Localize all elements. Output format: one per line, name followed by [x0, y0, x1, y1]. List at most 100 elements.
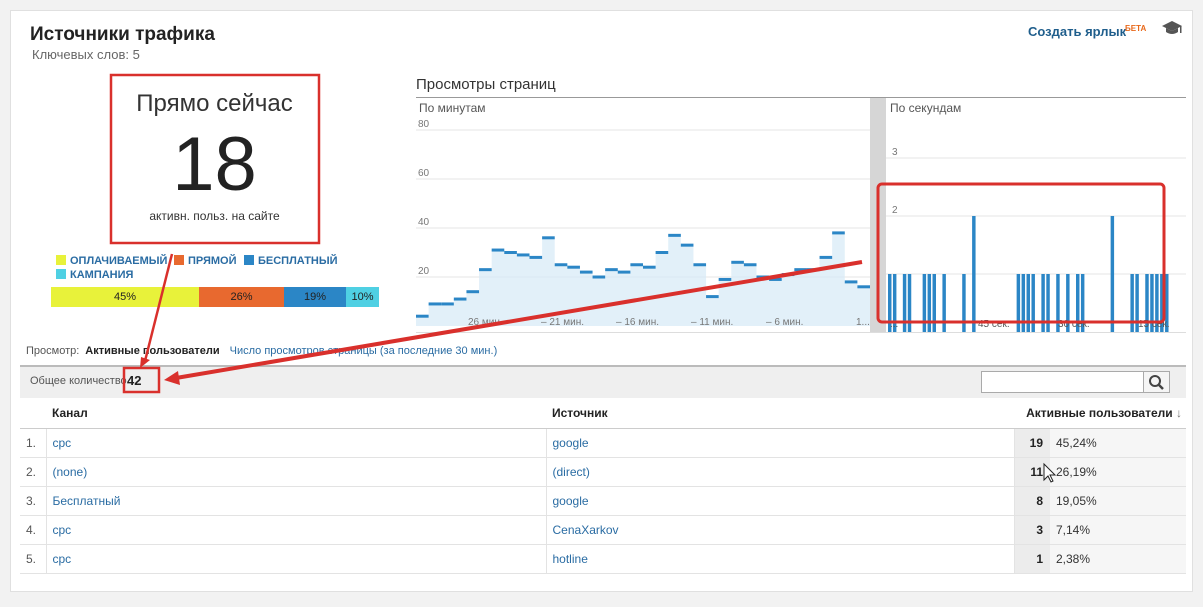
legend-direct: ПРЯМОЙ [174, 255, 237, 267]
second-bar [1021, 274, 1026, 332]
second-bar [932, 274, 936, 332]
second-bar [1041, 274, 1045, 332]
row-percent: 2,38% [1050, 544, 1186, 574]
realtime-label: Прямо сейчас [136, 90, 293, 117]
x-tick-label: 45 сек. [978, 319, 1010, 330]
seconds-panel-label: По секундам [890, 101, 962, 115]
create-shortcut-link[interactable]: Создать ярлык [1028, 24, 1126, 39]
realtime-caption: активн. польз. на сайте [149, 209, 280, 223]
second-bar [927, 274, 932, 332]
pageviews-title: Просмотры страниц [416, 76, 556, 93]
search-input[interactable] [981, 371, 1144, 393]
column-channel[interactable]: Канал [20, 398, 546, 429]
area-fill [416, 232, 870, 326]
second-bar [1031, 274, 1035, 332]
x-tick-label: 1... [856, 317, 870, 328]
x-tick-label: 30 сек. [1058, 319, 1090, 330]
legend-swatch [56, 255, 66, 265]
divider [416, 332, 1186, 333]
row-percent: 19,05% [1050, 486, 1186, 516]
page-title: Источники трафика [30, 24, 215, 45]
table-row: 5. cpc hotline 1 2,38% [20, 544, 1186, 574]
second-bar [942, 274, 946, 332]
view-active-users[interactable]: Активные пользователи [85, 345, 219, 357]
table-row: 2. (none) (direct) 11 26,19% [20, 457, 1186, 487]
row-count: 1 [1014, 544, 1050, 574]
second-bar [1130, 274, 1134, 332]
table-row: 3. Бесплатный google 8 19,05% [20, 486, 1186, 516]
row-count: 8 [1014, 486, 1050, 516]
row-channel-link[interactable]: (none) [46, 457, 547, 487]
search-icon [1149, 375, 1164, 390]
graduation-cap-icon[interactable] [1161, 20, 1183, 36]
column-source[interactable]: Источник [546, 398, 1014, 429]
y-tick-label: 60 [418, 168, 430, 179]
y-tick-label: 2 [892, 205, 898, 216]
totals-value: 42 [127, 373, 142, 388]
row-number: 5. [20, 544, 47, 574]
second-bar [1026, 274, 1030, 332]
legend-swatch [174, 255, 184, 265]
realtime-count: 18 [172, 122, 257, 207]
row-source-link[interactable]: hotline [546, 544, 1015, 574]
share-segment-paid: 45% [51, 287, 199, 307]
legend-swatch [56, 269, 66, 279]
row-channel-link[interactable]: cpc [46, 544, 547, 574]
second-bar [1110, 216, 1115, 332]
row-number: 3. [20, 486, 47, 516]
second-bar [902, 274, 907, 332]
x-tick-label: – 16 мин. [616, 317, 659, 328]
row-percent: 45,24% [1050, 428, 1186, 458]
x-tick-label: 15 сек. [1138, 319, 1170, 330]
keywords-count: Ключевых слов: 5 [32, 47, 140, 62]
share-segment-direct: 26% [199, 287, 284, 307]
view-label: Просмотр: [26, 345, 80, 357]
seconds-chart: 2 3... 45 сек. 30 сек. 15 сек. [886, 147, 1186, 332]
row-count: 11 [1014, 457, 1050, 487]
row-channel-link[interactable]: Бесплатный [46, 486, 547, 516]
row-channel-link[interactable]: cpc [46, 428, 547, 458]
table-row: 1. cpc google 19 45,24% [20, 428, 1186, 458]
x-tick-label: ... [890, 319, 898, 330]
traffic-table: Канал Источник Активные пользователи ↓ 1… [20, 398, 1186, 574]
x-tick-label: – 21 мин. [541, 317, 584, 328]
table-row: 4. cpc CenaXarkov 3 7,14% [20, 515, 1186, 545]
minutes-chart: 20 40 60 80 26 мин. – 21 мин. – 16 мин. – 11 ми… [416, 120, 870, 328]
x-tick-label: 26 мин. [468, 317, 503, 328]
search-button[interactable] [1143, 371, 1170, 393]
row-percent: 7,14% [1050, 515, 1186, 545]
beta-badge: БЕТА [1125, 24, 1147, 33]
share-segment-free: 19% [284, 287, 346, 307]
y-tick-label: 40 [418, 217, 430, 228]
minutes-panel-label: По минутам [419, 101, 486, 115]
second-bar [1046, 274, 1050, 332]
row-source-link[interactable]: google [546, 428, 1015, 458]
legend-swatch [244, 255, 254, 265]
row-channel-link[interactable]: cpc [46, 515, 547, 545]
row-source-link[interactable]: (direct) [546, 457, 1015, 487]
totals-label: Общее количество [30, 375, 127, 387]
share-segment-campaign: 10% [346, 287, 379, 307]
row-number: 4. [20, 515, 47, 545]
x-tick-label: – 11 мин. [691, 317, 733, 328]
row-count: 3 [1014, 515, 1050, 545]
second-bar [972, 216, 976, 332]
table-header-row: Канал Источник Активные пользователи ↓ [20, 398, 1186, 429]
y-tick-label: 3 [892, 147, 898, 158]
row-percent: 26,19% [1050, 457, 1186, 487]
sort-down-icon[interactable]: ↓ [1176, 406, 1182, 420]
row-source-link[interactable]: CenaXarkov [546, 515, 1015, 545]
view-switch: Просмотр: Активные пользователи Число прос… [26, 345, 497, 357]
second-bar [922, 274, 927, 332]
legend-campaign: КАМПАНИЯ [56, 269, 133, 281]
second-bar [962, 274, 966, 332]
column-active-users[interactable]: Активные пользователи ↓ [1014, 398, 1186, 429]
divider [416, 97, 1186, 98]
row-count: 19 [1014, 428, 1050, 458]
legend-free: БЕСПЛАТНЫЙ [244, 255, 338, 267]
row-number: 2. [20, 457, 47, 487]
view-pageviews-link[interactable]: Число просмотров страницы (за последние … [230, 345, 498, 357]
row-source-link[interactable]: google [546, 486, 1015, 516]
legend-paid: ОПЛАЧИВАЕМЫЙ [56, 255, 167, 267]
second-bar [1016, 274, 1021, 332]
